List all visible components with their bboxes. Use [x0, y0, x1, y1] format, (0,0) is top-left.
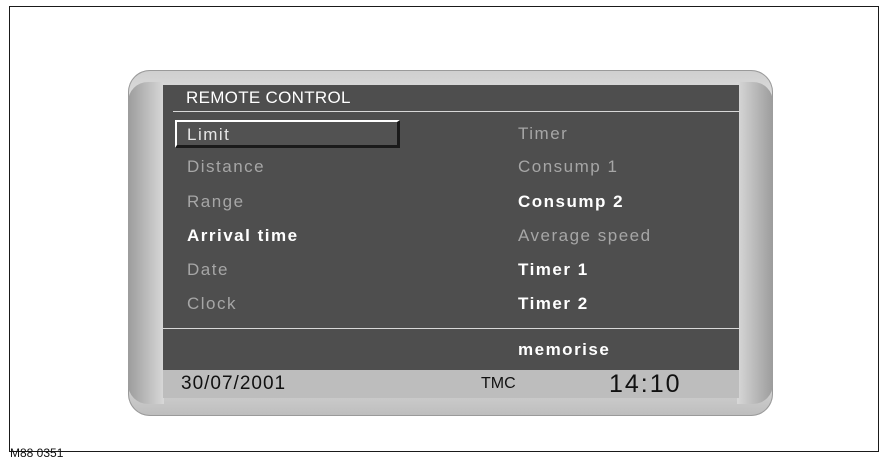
menu-item-limit[interactable]: Limit: [175, 120, 400, 148]
menu-item-range[interactable]: Range: [187, 192, 245, 212]
menu-item-timer-2[interactable]: Timer 2: [518, 294, 589, 314]
display-screen: REMOTE CONTROL Limit Distance Range Arri…: [163, 85, 739, 398]
screen-title: REMOTE CONTROL: [186, 88, 351, 107]
figure-id: M88 0351: [10, 446, 64, 460]
status-bar: 30/07/2001 TMC 14:10: [163, 370, 739, 398]
bezel-right-edge: [737, 82, 773, 404]
menu-item-timer[interactable]: Timer: [518, 124, 568, 144]
status-date: 30/07/2001: [181, 373, 287, 394]
bottom-divider: [163, 328, 739, 329]
menu-item-average-speed[interactable]: Average speed: [518, 226, 652, 246]
menu-item-limit-label: Limit: [187, 125, 231, 144]
menu-item-clock[interactable]: Clock: [187, 294, 237, 314]
memorise-button[interactable]: memorise: [518, 340, 610, 360]
title-divider: [173, 111, 739, 112]
menu-item-consump-2[interactable]: Consump 2: [518, 192, 624, 212]
menu-item-arrival-time[interactable]: Arrival time: [187, 226, 299, 246]
menu-item-consump-1[interactable]: Consump 1: [518, 157, 618, 177]
menu-item-timer-1[interactable]: Timer 1: [518, 260, 589, 280]
menu-item-date[interactable]: Date: [187, 260, 229, 280]
menu-item-distance[interactable]: Distance: [187, 157, 265, 177]
status-clock: 14:10: [609, 370, 682, 398]
status-tmc: TMC: [481, 375, 516, 392]
bezel-left-edge: [128, 82, 164, 404]
